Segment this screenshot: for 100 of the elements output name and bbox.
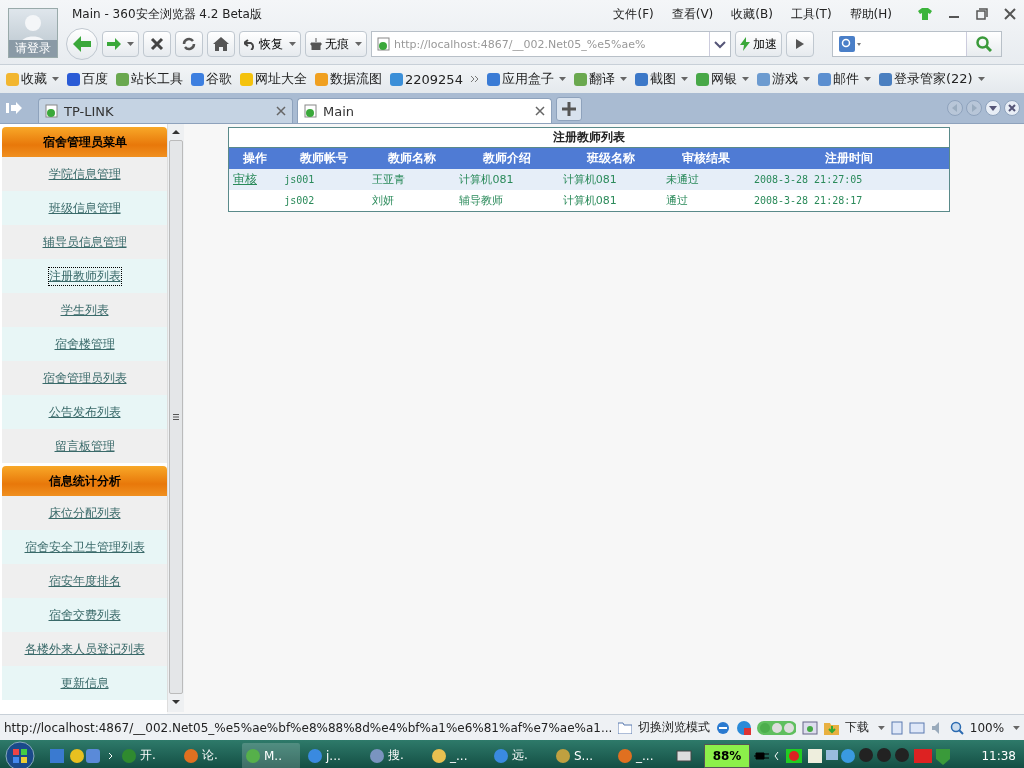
plus-icon [562,102,576,116]
bookmark-icon [756,72,770,86]
bookmark-icon [315,72,328,86]
bookmark-item[interactable]: 谷歌 [191,70,232,88]
restore-button[interactable]: 恢复 [239,31,301,57]
sidebar-link[interactable]: 学生列表 [60,301,109,319]
menu-item[interactable]: 文件(F) [613,5,654,23]
menu-section-header: 信息统计分析 [2,466,167,496]
bookmark-item[interactable]: 应用盒子 [486,70,566,88]
bookmark-item[interactable]: 邮件 [817,70,871,88]
taskbar-item[interactable]: 开. [118,742,176,768]
bookmark-item[interactable]: 数据流图 [315,70,382,88]
taskbar-item[interactable]: j... [304,742,362,768]
bookmark-item[interactable]: 网银 [695,70,749,88]
table-cell: 王亚青 [367,169,456,190]
scrollbar[interactable] [167,124,184,712]
battery-level: 88% [704,743,750,768]
broom-icon [310,38,322,50]
taskbar-item[interactable]: 论. [180,742,238,768]
taskbar-item[interactable]: 远. [490,742,548,768]
menu-item[interactable]: 查看(V) [671,5,714,23]
close-icon[interactable] [1004,100,1020,116]
menu-item[interactable]: 收藏(B) [731,5,773,23]
page-icon [377,37,390,51]
bookmark-item[interactable]: 游戏 [756,70,810,88]
undo-icon [244,38,256,50]
column-header: 注册时间 [749,147,950,169]
scroll-thumb[interactable] [169,140,183,694]
app-icon [246,748,260,763]
caret-icon [289,42,296,46]
bookmark-item[interactable]: 收藏 [6,70,59,88]
app-icon [308,748,322,763]
browse-mode-label[interactable]: 切换浏览模式 [638,719,710,736]
bookmark-item[interactable]: 登录管家(22) [878,70,985,88]
taskbar-item[interactable]: _... [614,742,672,768]
scroll-up-icon[interactable] [172,128,180,136]
menu-item[interactable]: 帮助(H) [849,5,892,23]
close-icon[interactable] [1004,8,1016,20]
zoom-level[interactable]: 100% [969,720,1005,735]
speedup-button[interactable]: 加速 [735,31,782,57]
menu-item[interactable]: 工具(T) [790,5,832,23]
sidebar-link[interactable]: 留言板管理 [54,437,115,455]
window-icon[interactable] [802,720,818,735]
table-cell: 刘妍 [367,190,456,212]
search-engine-icon[interactable] [839,36,861,52]
page-icon [45,104,58,118]
sidebar-link[interactable]: 宿舍楼管理 [54,335,115,353]
sidebar-toggle-icon[interactable] [6,101,22,115]
column-header: 审核结果 [662,147,750,169]
bookmark-icon [191,72,204,86]
bookmark-item[interactable]: 站长工具 [116,70,183,88]
bookmark-item[interactable]: 截图 [634,70,688,88]
new-tab-button[interactable] [556,97,582,121]
bookmark-item[interactable]: 百度 [67,70,108,88]
menu-section-header: 宿舍管理员菜单 [2,127,167,157]
app-icon [618,748,632,763]
bookmark-icon [240,72,253,86]
shirt-icon[interactable] [918,8,932,20]
play-button[interactable] [786,31,814,57]
column-header: 班级名称 [558,147,663,169]
bookmark-item[interactable]: 翻译 [573,70,627,88]
restore-icon[interactable] [976,8,988,20]
bookmark-icon [486,72,500,86]
search-field[interactable] [832,31,1002,57]
taskbar-item[interactable]: S... [552,742,610,768]
more-chevron-icon[interactable] [470,75,479,83]
table-cell: 计算机081 [455,169,559,190]
download-icon[interactable] [823,720,840,735]
taskbar-item[interactable]: 搜. [366,742,424,768]
refresh-button[interactable] [175,31,203,57]
refresh-icon [181,36,197,52]
home-button[interactable] [207,31,235,57]
browser-tab[interactable]: Main [297,98,552,123]
keyboard-icon[interactable] [676,749,692,762]
close-icon[interactable] [535,106,545,116]
download-label[interactable]: 下载 [845,719,870,736]
taskbar-item[interactable]: M.. [242,742,300,768]
bookmark-item[interactable]: 网址大全 [240,70,307,88]
tab-list-icon[interactable] [985,100,1001,116]
home-icon [213,37,229,51]
table-cell: 辅导教师 [455,190,559,212]
browser-tab[interactable]: TP-LINK [38,98,293,123]
login-label: 请登录 [9,40,57,57]
table-cell: 通过 [662,190,750,212]
search-icon[interactable] [976,36,992,52]
scroll-down-icon[interactable] [172,698,180,706]
status-lights-icon [757,720,797,735]
incognito-button[interactable]: 无痕 [305,31,367,57]
close-icon[interactable] [276,106,286,116]
bookmark-item[interactable]: 2209254 [390,71,463,87]
sidebar-link[interactable]: 更新信息 [60,674,109,692]
bookmark-icon [390,72,403,86]
table-cell: 计算机081 [558,169,663,190]
back-button[interactable] [66,28,98,60]
column-header: 教师名称 [367,147,456,169]
stop-button[interactable] [143,31,171,57]
bookmark-icon [116,72,129,86]
zoom-icon[interactable] [950,720,964,735]
app-icon [494,748,508,763]
taskbar-item[interactable]: _... [428,742,486,768]
